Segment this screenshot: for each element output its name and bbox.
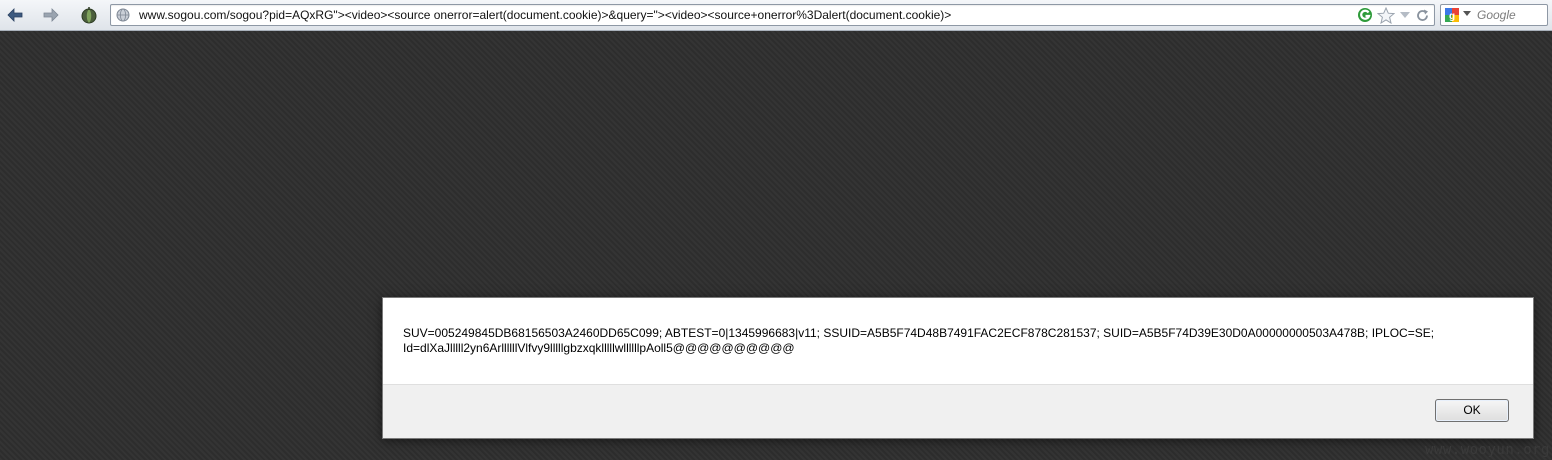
google-icon: g [1445,8,1459,22]
address-bar[interactable]: www.sogou.com/sogou?pid=AQxRG"><video><s… [110,4,1435,26]
svg-text:g: g [1449,11,1455,22]
forward-arrow-icon [43,8,59,22]
back-button[interactable] [4,4,26,26]
browser-toolbar: www.sogou.com/sogou?pid=AQxRG"><video><s… [0,0,1552,31]
alert-message-line-1: SUV=005249845DB68156503A2460DD65C099; AB… [403,326,1435,340]
engine-dropdown-icon[interactable] [1463,9,1471,17]
alert-message-line-2: Id=dlXaJlllll2yn6ArllllllVlfvy9lllllgbzx… [403,341,795,355]
forward-button[interactable] [40,4,62,26]
chevron-down-icon[interactable] [1399,10,1411,20]
search-bar[interactable]: g Google [1440,4,1548,26]
alert-dialog: SUV=005249845DB68156503A2460DD65C099; AB… [382,297,1534,439]
alert-body: SUV=005249845DB68156503A2460DD65C099; AB… [383,298,1533,385]
star-icon[interactable] [1377,6,1395,24]
address-bar-actions [1357,6,1430,24]
addon-icon [81,7,97,24]
back-arrow-icon [7,8,23,22]
addon-button[interactable] [78,4,100,26]
reload-icon[interactable] [1415,8,1430,23]
ok-button[interactable]: OK [1435,399,1509,422]
url-text[interactable]: www.sogou.com/sogou?pid=AQxRG"><video><s… [139,5,951,25]
alert-message: SUV=005249845DB68156503A2460DD65C099; AB… [403,326,1503,356]
search-placeholder[interactable]: Google [1477,5,1516,25]
sogou-g-icon[interactable] [1357,7,1373,23]
watermark: www.wooyun.org [1424,442,1550,458]
globe-icon [116,8,130,22]
